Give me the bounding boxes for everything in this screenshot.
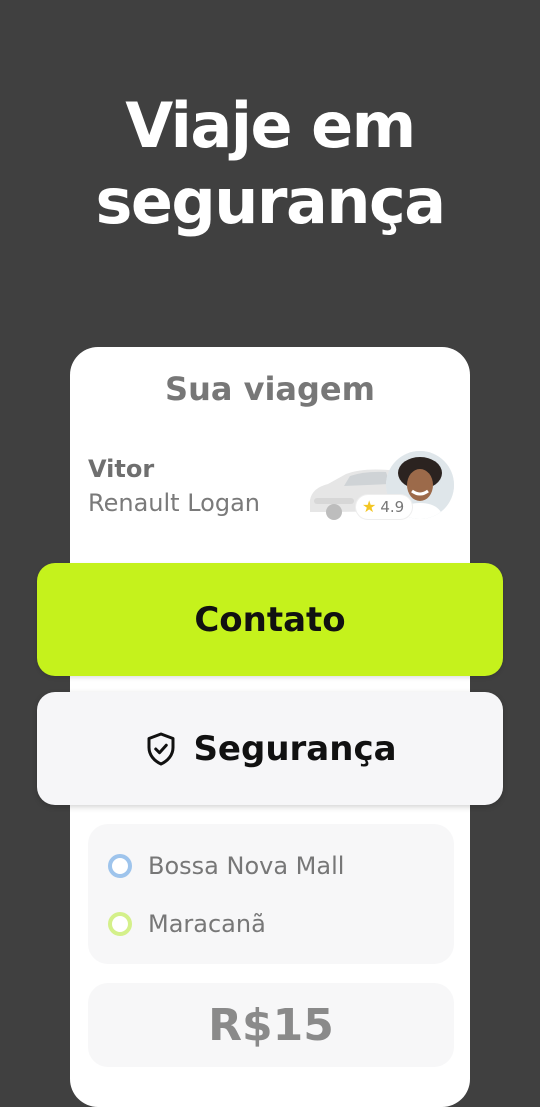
contact-button-label: Contato: [194, 599, 346, 640]
origin-dot-icon: [108, 854, 132, 878]
rating-value: 4.9: [380, 498, 405, 516]
security-button-label: Segurança: [193, 728, 397, 769]
origin-label: Bossa Nova Mall: [148, 852, 345, 880]
car-model: Renault Logan: [88, 489, 260, 517]
driver-name: Vitor: [88, 455, 155, 483]
price-box: R$15: [88, 983, 454, 1067]
security-button[interactable]: Segurança: [37, 692, 503, 805]
destination-dot-icon: [108, 912, 132, 936]
shield-check-icon: [147, 732, 175, 765]
headline-line-1: Viaje em: [125, 89, 416, 162]
route-box: Bossa Nova Mall Maracanã: [88, 824, 454, 964]
card-title: Sua viagem: [165, 370, 375, 408]
route-destination: Maracanã: [108, 910, 266, 938]
star-icon: ★: [362, 497, 377, 516]
rating-badge: ★ 4.9: [356, 495, 413, 519]
headline-line-2: segurança: [95, 165, 446, 238]
destination-label: Maracanã: [148, 910, 266, 938]
contact-button[interactable]: Contato: [37, 563, 503, 676]
headline: Viaje em segurança: [0, 88, 540, 240]
price-value: R$15: [208, 999, 334, 1051]
route-origin: Bossa Nova Mall: [108, 852, 344, 880]
